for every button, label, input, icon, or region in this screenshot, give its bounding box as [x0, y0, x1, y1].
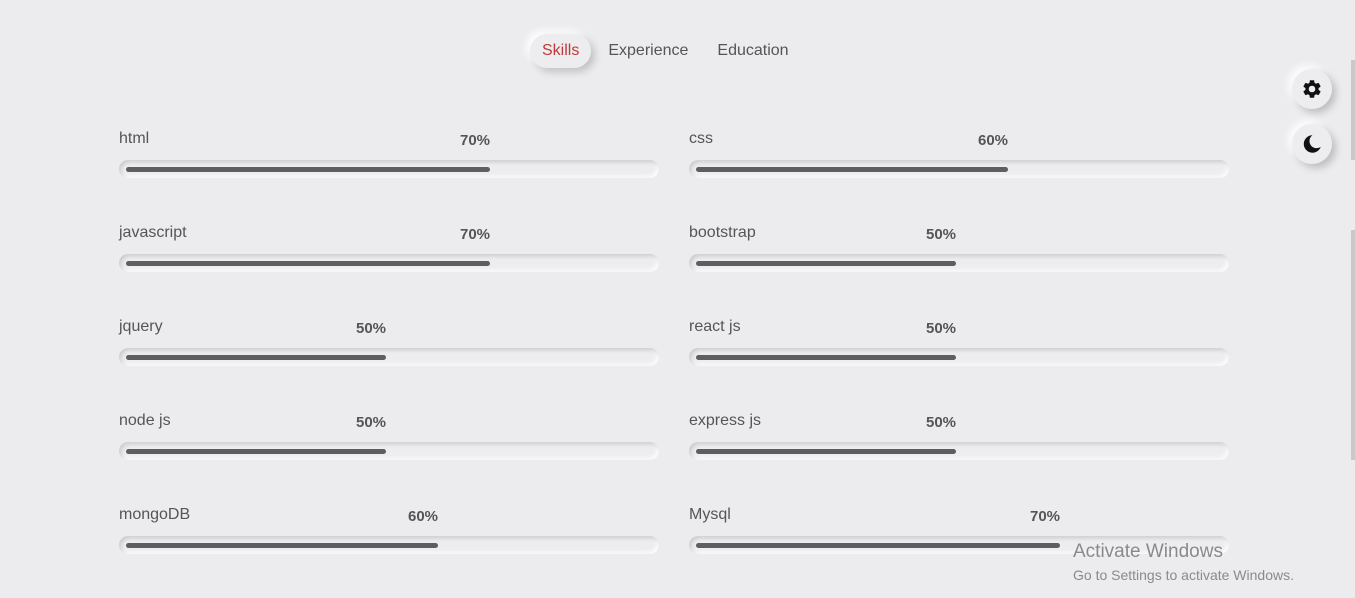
skill-item: react js 50% [689, 318, 1229, 378]
skill-name: javascript [119, 224, 187, 241]
skill-percent: 60% [977, 132, 1009, 149]
skill-progress-fill [126, 355, 386, 360]
skill-percent: 70% [459, 226, 491, 243]
skill-progress-fill [126, 167, 490, 172]
skill-item: bootstrap 50% [689, 224, 1229, 284]
skill-progress-fill [696, 543, 1060, 548]
skill-progress-fill [126, 261, 490, 266]
skill-progress-track [689, 442, 1229, 460]
skill-name: css [689, 130, 713, 147]
skill-progress-fill [696, 355, 956, 360]
skill-percent: 50% [925, 320, 957, 337]
skill-name: express js [689, 412, 762, 429]
scrollbar[interactable] [1350, 0, 1355, 598]
watermark-subtitle: Go to Settings to activate Windows. [1073, 567, 1294, 583]
scrollbar-thumb[interactable] [1351, 230, 1355, 460]
skill-progress-fill [696, 449, 956, 454]
theme-toggle-button[interactable] [1292, 124, 1332, 164]
skill-name: jquery [119, 318, 163, 335]
skill-percent: 50% [355, 320, 387, 337]
skill-percent: 50% [355, 414, 387, 431]
scrollbar-thumb-upper[interactable] [1351, 60, 1355, 160]
skill-progress-fill [126, 543, 438, 548]
skill-name: Mysql [689, 506, 731, 523]
skill-progress-track [689, 160, 1229, 178]
settings-button[interactable] [1292, 69, 1332, 109]
skill-name: bootstrap [689, 224, 756, 241]
skill-progress-fill [696, 167, 1008, 172]
skill-name: html [119, 130, 150, 147]
skill-percent: 50% [925, 226, 957, 243]
skill-percent: 70% [459, 132, 491, 149]
skill-progress-track [689, 348, 1229, 366]
skill-percent: 70% [1029, 508, 1061, 525]
tab-education[interactable]: Education [705, 34, 800, 68]
moon-icon [1303, 135, 1321, 153]
watermark-title: Activate Windows [1073, 541, 1223, 562]
skill-progress-track [689, 254, 1229, 272]
skill-progress-track [119, 442, 659, 460]
skill-progress-fill [696, 261, 956, 266]
skill-progress-track [119, 160, 659, 178]
skill-item: jquery 50% [119, 318, 659, 378]
skill-progress-fill [126, 449, 386, 454]
skill-percent: 50% [925, 414, 957, 431]
tab-skills[interactable]: Skills [530, 34, 592, 68]
skill-item: express js 50% [689, 412, 1229, 472]
skill-name: react js [689, 318, 741, 335]
skill-item: css 60% [689, 130, 1229, 190]
skill-progress-track [119, 254, 659, 272]
skill-item: node js 50% [119, 412, 659, 472]
gear-icon [1303, 80, 1321, 98]
tab-experience[interactable]: Experience [596, 34, 700, 68]
skill-progress-track [119, 536, 659, 554]
skill-item: html 70% [119, 130, 659, 190]
tab-bar: Skills Experience Education [530, 33, 806, 69]
skill-name: node js [119, 412, 171, 429]
skill-item: mongoDB 60% [119, 506, 659, 566]
skill-progress-track [119, 348, 659, 366]
skill-item: javascript 70% [119, 224, 659, 284]
skill-percent: 60% [407, 508, 439, 525]
windows-activation-watermark: Activate Windows Go to Settings to activ… [1073, 541, 1294, 583]
skill-name: mongoDB [119, 506, 191, 523]
